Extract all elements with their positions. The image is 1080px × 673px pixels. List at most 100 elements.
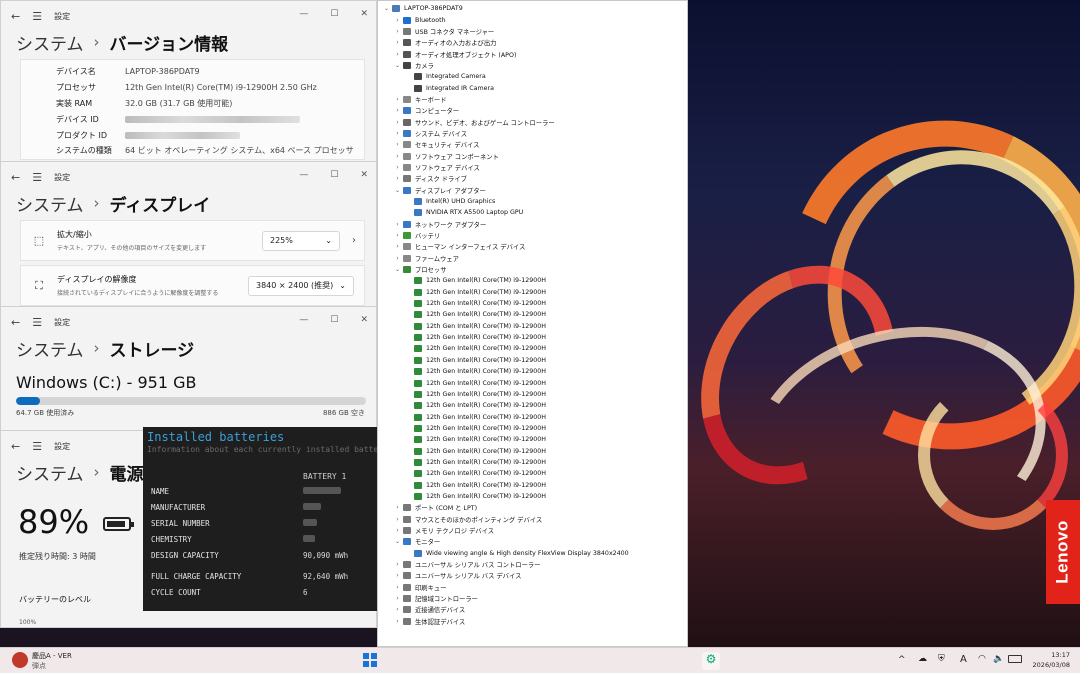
device-tree-node[interactable]: 12th Gen Intel(R) Core(TM) i9-12900H [378,377,687,388]
device-tree-node[interactable]: › 印刷キュー [378,582,687,593]
device-tree-node[interactable]: › コンピューター [378,105,687,116]
device-tree-node[interactable]: › キーボード [378,94,687,105]
device-tree-node[interactable]: 12th Gen Intel(R) Core(TM) i9-12900H [378,275,687,286]
device-tree-node[interactable]: Integrated Camera [378,71,687,82]
back-arrow-icon[interactable]: ← [11,10,20,23]
app-icon[interactable] [12,652,28,668]
expand-right-icon[interactable]: › [393,39,402,46]
expand-right-icon[interactable]: › [393,255,402,262]
device-tree-node[interactable]: › ディスク ドライブ [378,173,687,184]
expand-right-icon[interactable]: › [393,516,402,523]
scale-setting-card[interactable]: ⬚ 拡大/縮小 テキスト、アプリ、その他の項目のサイズを変更します 225% ⌄ › [20,220,365,261]
device-tree-node[interactable]: › オーディオ処理オブジェクト (APO) [378,48,687,59]
expand-right-icon[interactable]: › [393,130,402,137]
expand-right-icon[interactable]: › [393,164,402,171]
device-tree-node[interactable]: › ネットワーク アダプター [378,219,687,230]
device-tree-node[interactable]: 12th Gen Intel(R) Core(TM) i9-12900H [378,434,687,445]
clock-time[interactable]: 13:17 [1030,651,1070,659]
device-tree[interactable]: ⌄ LAPTOP-386PDAT9 › Bluetooth › USB コネクタ マネージ… [378,1,687,627]
device-tree-node[interactable]: › セキュリティ デバイス [378,139,687,150]
clock-date[interactable]: 2026/03/08 [1024,661,1070,669]
scale-dropdown[interactable]: 225% ⌄ [262,230,340,251]
cloud-icon[interactable]: ☁ [918,654,927,664]
device-tree-node[interactable]: › サウンド、ビデオ、およびゲーム コントローラー [378,116,687,127]
device-tree-node[interactable]: › マウスとそのほかのポインティング デバイス [378,513,687,524]
device-tree-node[interactable]: 12th Gen Intel(R) Core(TM) i9-12900H [378,366,687,377]
minimize-icon[interactable]: — [299,9,308,19]
expand-right-icon[interactable]: › [393,595,402,602]
device-tree-node[interactable]: › ユニバーサル シリアル バス デバイス [378,570,687,581]
expand-right-icon[interactable]: › [393,561,402,568]
device-tree-node[interactable]: ⌄ カメラ [378,60,687,71]
device-tree-node[interactable]: › ソフトウェア コンポーネント [378,150,687,161]
device-tree-node[interactable]: › バッテリ [378,230,687,241]
device-tree-node[interactable]: ⌄ LAPTOP-386PDAT9 [378,3,687,14]
expand-right-icon[interactable]: › [393,618,402,625]
device-tree-node[interactable]: › ユニバーサル シリアル バス コントローラー [378,559,687,570]
resolution-dropdown[interactable]: 3840 × 2400 (推奨) ⌄ [248,275,354,296]
device-tree-node[interactable]: › 近接通信デバイス [378,604,687,615]
device-tree-node[interactable]: 12th Gen Intel(R) Core(TM) i9-12900H [378,343,687,354]
wifi-icon[interactable]: ◠ [978,654,986,664]
expand-right-icon[interactable]: › [393,51,402,58]
device-tree-node[interactable]: 12th Gen Intel(R) Core(TM) i9-12900H [378,479,687,490]
device-tree-node[interactable]: ⌄ ディスプレイ アダプター [378,185,687,196]
device-tree-node[interactable]: 12th Gen Intel(R) Core(TM) i9-12900H [378,309,687,320]
ime-indicator[interactable]: A [960,654,967,665]
maximize-icon[interactable]: ☐ [330,9,338,19]
device-tree-node[interactable]: › メモリ テクノロジ デバイス [378,525,687,536]
hamburger-menu-icon[interactable]: ☰ [32,171,42,184]
close-icon[interactable]: ✕ [360,315,368,325]
device-tree-node[interactable]: ⌄ プロセッサ [378,264,687,275]
speaker-icon[interactable]: 🔈 [993,654,1004,664]
device-tree-node[interactable]: › Bluetooth [378,14,687,25]
app-name[interactable]: 慶品A - VER [32,651,72,661]
expand-right-icon[interactable]: › [393,96,402,103]
expand-down-icon[interactable]: ⌄ [382,5,391,12]
maximize-icon[interactable]: ☐ [330,315,338,325]
start-button[interactable] [363,653,377,667]
device-tree-node[interactable]: › ヒューマン インターフェイス デバイス [378,241,687,252]
expand-right-icon[interactable]: › [393,107,402,114]
device-tree-node[interactable]: 12th Gen Intel(R) Core(TM) i9-12900H [378,411,687,422]
maximize-icon[interactable]: ☐ [330,170,338,180]
device-tree-node[interactable]: › 記憶域コントローラー [378,593,687,604]
battery-tray-icon[interactable] [1008,655,1022,663]
device-tree-node[interactable]: › システム デバイス [378,128,687,139]
device-tree-node[interactable]: 12th Gen Intel(R) Core(TM) i9-12900H [378,491,687,502]
hamburger-menu-icon[interactable]: ☰ [32,10,42,23]
device-tree-node[interactable]: › ファームウェア [378,253,687,264]
expand-right-icon[interactable]: › [393,141,402,148]
minimize-icon[interactable]: — [299,315,308,325]
expand-right-icon[interactable]: › [393,504,402,511]
resolution-setting-card[interactable]: ⛶ ディスプレイの解像度 接続されているディスプレイに合うように解像度を調整する … [20,265,365,306]
back-arrow-icon[interactable]: ← [11,171,20,184]
expand-right-icon[interactable]: › [393,527,402,534]
expand-down-icon[interactable]: ⌄ [393,187,402,194]
device-tree-node[interactable]: 12th Gen Intel(R) Core(TM) i9-12900H [378,355,687,366]
expand-right-icon[interactable]: › [393,17,402,24]
device-tree-node[interactable]: NVIDIA RTX A5500 Laptop GPU [378,207,687,218]
expand-right-icon[interactable]: › [393,584,402,591]
chevron-right-icon[interactable]: › [344,235,364,246]
device-tree-node[interactable]: 12th Gen Intel(R) Core(TM) i9-12900H [378,468,687,479]
device-manager-taskbar-icon[interactable]: ⚙ [702,652,720,670]
back-arrow-icon[interactable]: ← [11,440,20,453]
expand-down-icon[interactable]: ⌄ [393,538,402,545]
minimize-icon[interactable]: — [299,170,308,180]
device-tree-node[interactable]: 12th Gen Intel(R) Core(TM) i9-12900H [378,457,687,468]
device-tree-node[interactable]: 12th Gen Intel(R) Core(TM) i9-12900H [378,423,687,434]
device-tree-node[interactable]: › ソフトウェア デバイス [378,162,687,173]
device-tree-node[interactable]: › ポート (COM と LPT) [378,502,687,513]
device-tree-node[interactable]: Intel(R) UHD Graphics [378,196,687,207]
device-tree-node[interactable]: › USB コネクタ マネージャー [378,26,687,37]
device-tree-node[interactable]: 12th Gen Intel(R) Core(TM) i9-12900H [378,389,687,400]
device-tree-node[interactable]: ⌄ モニター [378,536,687,547]
expand-right-icon[interactable]: › [393,606,402,613]
device-tree-node[interactable]: 12th Gen Intel(R) Core(TM) i9-12900H [378,321,687,332]
expand-right-icon[interactable]: › [393,572,402,579]
expand-down-icon[interactable]: ⌄ [393,62,402,69]
chevron-up-icon[interactable]: ^ [898,655,906,665]
device-tree-node[interactable]: 12th Gen Intel(R) Core(TM) i9-12900H [378,400,687,411]
expand-right-icon[interactable]: › [393,221,402,228]
